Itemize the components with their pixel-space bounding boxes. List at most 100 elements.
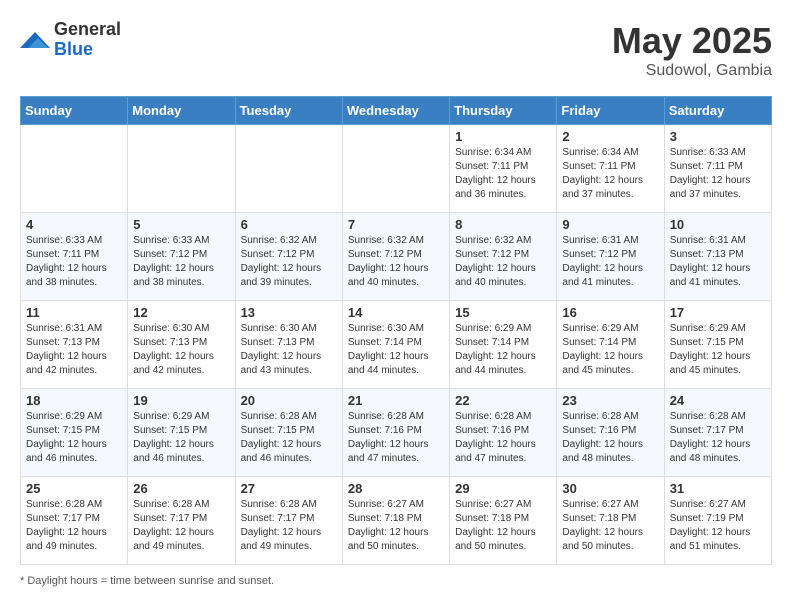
calendar-cell <box>21 125 128 213</box>
day-info: Sunrise: 6:27 AM Sunset: 7:18 PM Dayligh… <box>562 498 658 554</box>
day-info: Sunrise: 6:28 AM Sunset: 7:16 PM Dayligh… <box>562 410 658 466</box>
day-info: Sunrise: 6:27 AM Sunset: 7:19 PM Dayligh… <box>670 498 766 554</box>
day-info: Sunrise: 6:31 AM Sunset: 7:13 PM Dayligh… <box>670 234 766 290</box>
month-title: May 2025 <box>612 20 772 62</box>
calendar-cell: 11 Sunrise: 6:31 AM Sunset: 7:13 PM Dayli… <box>21 301 128 389</box>
day-number: 28 <box>348 481 444 496</box>
calendar-week-row: 11 Sunrise: 6:31 AM Sunset: 7:13 PM Dayli… <box>21 301 772 389</box>
title-block: May 2025 Sudowol, Gambia <box>612 20 772 80</box>
day-info: Sunrise: 6:32 AM Sunset: 7:12 PM Dayligh… <box>241 234 337 290</box>
calendar-cell <box>342 125 449 213</box>
calendar-cell: 28 Sunrise: 6:27 AM Sunset: 7:18 PM Dayli… <box>342 477 449 565</box>
day-info: Sunrise: 6:32 AM Sunset: 7:12 PM Dayligh… <box>348 234 444 290</box>
calendar-cell: 2Sunrise: 6:34 AM Sunset: 7:11 PM Daylig… <box>557 125 664 213</box>
calendar-header-monday: Monday <box>128 97 235 125</box>
calendar-cell: 23 Sunrise: 6:28 AM Sunset: 7:16 PM Dayli… <box>557 389 664 477</box>
day-info: Sunrise: 6:28 AM Sunset: 7:17 PM Dayligh… <box>670 410 766 466</box>
calendar-cell: 30Sunrise: 6:27 AM Sunset: 7:18 PM Dayli… <box>557 477 664 565</box>
day-number: 16 <box>562 305 658 320</box>
day-info: Sunrise: 6:33 AM Sunset: 7:11 PM Dayligh… <box>26 234 122 290</box>
calendar-header-tuesday: Tuesday <box>235 97 342 125</box>
calendar-cell: 25Sunrise: 6:28 AM Sunset: 7:17 PM Dayli… <box>21 477 128 565</box>
calendar-header-row: SundayMondayTuesdayWednesdayThursdayFrid… <box>21 97 772 125</box>
calendar-cell: 21 Sunrise: 6:28 AM Sunset: 7:16 PM Dayli… <box>342 389 449 477</box>
calendar-cell: 18Sunrise: 6:29 AM Sunset: 7:15 PM Dayli… <box>21 389 128 477</box>
calendar-cell: 19Sunrise: 6:29 AM Sunset: 7:15 PM Dayli… <box>128 389 235 477</box>
calendar-table: SundayMondayTuesdayWednesdayThursdayFrid… <box>20 96 772 565</box>
day-number: 23 <box>562 393 658 408</box>
calendar-cell: 7Sunrise: 6:32 AM Sunset: 7:12 PM Daylig… <box>342 213 449 301</box>
calendar-header-friday: Friday <box>557 97 664 125</box>
day-number: 3 <box>670 129 766 144</box>
calendar-cell: 17Sunrise: 6:29 AM Sunset: 7:15 PM Dayli… <box>664 301 771 389</box>
day-number: 10 <box>670 217 766 232</box>
day-info: Sunrise: 6:28 AM Sunset: 7:16 PM Dayligh… <box>348 410 444 466</box>
calendar-cell: 13 Sunrise: 6:30 AM Sunset: 7:13 PM Dayli… <box>235 301 342 389</box>
day-number: 9 <box>562 217 658 232</box>
page-header: General Blue May 2025 Sudowol, Gambia <box>20 20 772 80</box>
day-number: 5 <box>133 217 229 232</box>
day-number: 13 <box>241 305 337 320</box>
day-info: Sunrise: 6:28 AM Sunset: 7:17 PM Dayligh… <box>241 498 337 554</box>
footer-note: * Daylight hours = time between sunrise … <box>20 575 772 587</box>
calendar-cell <box>128 125 235 213</box>
location-title: Sudowol, Gambia <box>612 62 772 80</box>
calendar-cell: 1Sunrise: 6:34 AM Sunset: 7:11 PM Daylig… <box>450 125 557 213</box>
calendar-cell <box>235 125 342 213</box>
day-number: 21 <box>348 393 444 408</box>
day-info: Sunrise: 6:29 AM Sunset: 7:15 PM Dayligh… <box>133 410 229 466</box>
day-info: Sunrise: 6:28 AM Sunset: 7:16 PM Dayligh… <box>455 410 551 466</box>
calendar-cell: 20 Sunrise: 6:28 AM Sunset: 7:15 PM Dayli… <box>235 389 342 477</box>
calendar-cell: 15Sunrise: 6:29 AM Sunset: 7:14 PM Dayli… <box>450 301 557 389</box>
logo-icon <box>20 28 50 52</box>
day-number: 15 <box>455 305 551 320</box>
day-number: 1 <box>455 129 551 144</box>
calendar-week-row: 1 Sunrise: 6:34 AM Sunset: 7:11 PM Daylig… <box>21 125 772 213</box>
day-info: Sunrise: 6:31 AM Sunset: 7:13 PM Dayligh… <box>26 322 122 378</box>
day-info: Sunrise: 6:29 AM Sunset: 7:15 PM Dayligh… <box>670 322 766 378</box>
calendar-header-thursday: Thursday <box>450 97 557 125</box>
logo-blue-text: Blue <box>54 40 121 60</box>
calendar-week-row: 4Sunrise: 6:33 AM Sunset: 7:11 PM Daylig… <box>21 213 772 301</box>
calendar-cell: 26 Sunrise: 6:28 AM Sunset: 7:17 PM Dayli… <box>128 477 235 565</box>
day-number: 12 <box>133 305 229 320</box>
calendar-header-wednesday: Wednesday <box>342 97 449 125</box>
day-number: 18 <box>26 393 122 408</box>
calendar-week-row: 25 Sunrise: 6:28 AM Sunset: 7:17 PM Dayli… <box>21 477 772 565</box>
day-info: Sunrise: 6:33 AM Sunset: 7:12 PM Dayligh… <box>133 234 229 290</box>
calendar-cell: 3 Sunrise: 6:33 AM Sunset: 7:11 PM Daylig… <box>664 125 771 213</box>
day-number: 20 <box>241 393 337 408</box>
day-number: 6 <box>241 217 337 232</box>
day-number: 25 <box>26 481 122 496</box>
calendar-cell: 14Sunrise: 6:30 AM Sunset: 7:14 PM Dayli… <box>342 301 449 389</box>
calendar-header-saturday: Saturday <box>664 97 771 125</box>
day-number: 8 <box>455 217 551 232</box>
calendar-cell: 8 Sunrise: 6:32 AM Sunset: 7:12 PM Daylig… <box>450 213 557 301</box>
day-info: Sunrise: 6:27 AM Sunset: 7:18 PM Dayligh… <box>348 498 444 554</box>
day-number: 31 <box>670 481 766 496</box>
day-info: Sunrise: 6:30 AM Sunset: 7:13 PM Dayligh… <box>241 322 337 378</box>
day-number: 24 <box>670 393 766 408</box>
day-info: Sunrise: 6:29 AM Sunset: 7:14 PM Dayligh… <box>562 322 658 378</box>
day-info: Sunrise: 6:33 AM Sunset: 7:11 PM Dayligh… <box>670 146 766 202</box>
calendar-cell: 6 Sunrise: 6:32 AM Sunset: 7:12 PM Daylig… <box>235 213 342 301</box>
calendar-cell: 4Sunrise: 6:33 AM Sunset: 7:11 PM Daylig… <box>21 213 128 301</box>
day-info: Sunrise: 6:32 AM Sunset: 7:12 PM Dayligh… <box>455 234 551 290</box>
calendar-cell: 27 Sunrise: 6:28 AM Sunset: 7:17 PM Dayli… <box>235 477 342 565</box>
calendar-cell: 12 Sunrise: 6:30 AM Sunset: 7:13 PM Dayli… <box>128 301 235 389</box>
calendar-week-row: 18 Sunrise: 6:29 AM Sunset: 7:15 PM Dayli… <box>21 389 772 477</box>
logo-general-text: General <box>54 20 121 40</box>
day-info: Sunrise: 6:31 AM Sunset: 7:12 PM Dayligh… <box>562 234 658 290</box>
day-info: Sunrise: 6:30 AM Sunset: 7:13 PM Dayligh… <box>133 322 229 378</box>
day-info: Sunrise: 6:28 AM Sunset: 7:15 PM Dayligh… <box>241 410 337 466</box>
day-number: 11 <box>26 305 122 320</box>
day-number: 26 <box>133 481 229 496</box>
day-info: Sunrise: 6:28 AM Sunset: 7:17 PM Dayligh… <box>133 498 229 554</box>
calendar-cell: 16 Sunrise: 6:29 AM Sunset: 7:14 PM Dayli… <box>557 301 664 389</box>
calendar-cell: 24 Sunrise: 6:28 AM Sunset: 7:17 PM Dayli… <box>664 389 771 477</box>
day-info: Sunrise: 6:34 AM Sunset: 7:11 PM Dayligh… <box>562 146 658 202</box>
day-number: 22 <box>455 393 551 408</box>
footer-note-text: Daylight hours <box>27 575 97 587</box>
logo: General Blue <box>20 20 121 60</box>
day-number: 27 <box>241 481 337 496</box>
